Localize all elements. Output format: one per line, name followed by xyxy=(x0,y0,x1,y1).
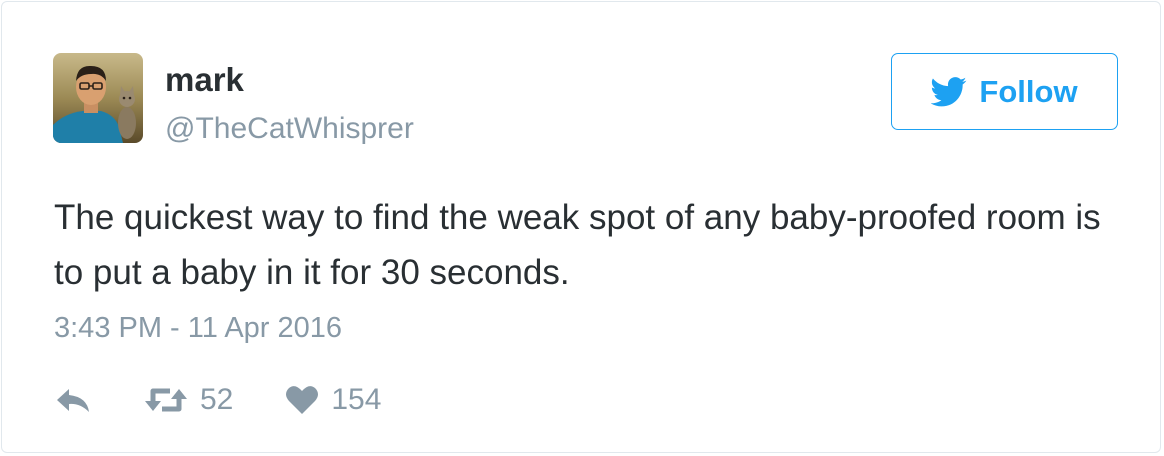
retweet-button[interactable]: 52 xyxy=(144,383,233,417)
tweet-text: The quickest way to find the weak spot o… xyxy=(54,198,1101,292)
twitter-bird-icon xyxy=(931,76,967,106)
heart-icon xyxy=(286,386,319,414)
reply-icon xyxy=(57,389,89,412)
follow-button[interactable]: Follow xyxy=(891,53,1118,130)
tweet-card: mark @TheCatWhisprer Follow The quickest… xyxy=(1,1,1161,453)
user-handle[interactable]: @TheCatWhisprer xyxy=(165,110,414,148)
like-button[interactable]: 154 xyxy=(285,383,381,417)
avatar-photo xyxy=(53,53,143,143)
retweet-icon xyxy=(145,388,187,412)
avatar[interactable] xyxy=(53,53,143,143)
like-count: 154 xyxy=(331,383,382,416)
tweet-timestamp[interactable]: 3:43 PM - 11 Apr 2016 xyxy=(54,308,342,348)
tweet-actions: 52 154 xyxy=(54,380,381,420)
reply-button[interactable] xyxy=(54,385,92,415)
retweet-count: 52 xyxy=(200,383,234,416)
user-name[interactable]: mark xyxy=(165,60,244,100)
follow-label: Follow xyxy=(979,73,1078,109)
